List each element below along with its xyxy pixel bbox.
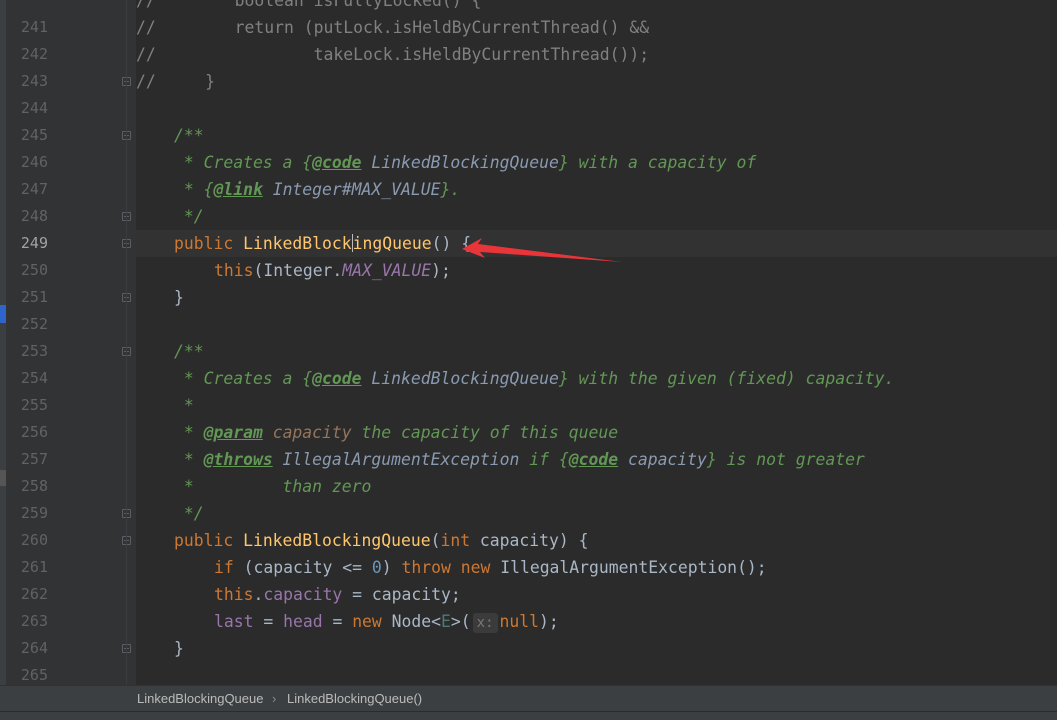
breadcrumb: LinkedBlockingQueue › LinkedBlockingQueu… (0, 685, 1057, 712)
red-annotation-arrow (462, 238, 622, 262)
arrow-icon (462, 238, 622, 262)
breadcrumb-method[interactable]: LinkedBlockingQueue() (287, 691, 422, 706)
chevron-right-icon: › (272, 691, 277, 706)
breadcrumb-class[interactable]: LinkedBlockingQueue (137, 691, 263, 706)
